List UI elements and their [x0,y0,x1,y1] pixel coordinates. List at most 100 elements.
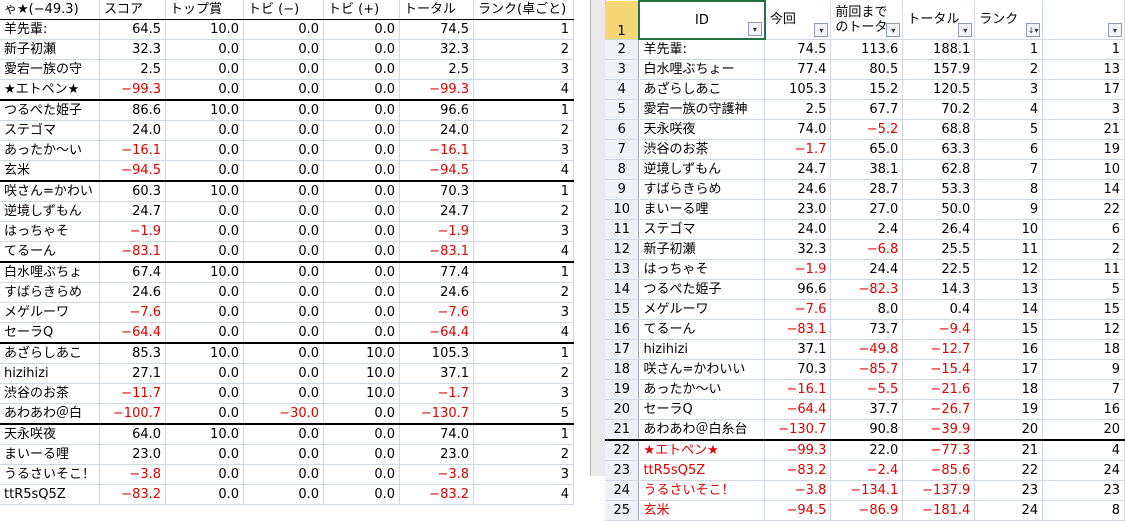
score-cell[interactable]: 0.0 [165,201,245,222]
player-id-cell[interactable]: 天永咲夜 [638,119,766,140]
score-cell[interactable]: 96.6 [399,100,475,121]
score-cell[interactable]: 0.0 [323,282,401,303]
score-cell[interactable]: −130.7 [399,403,475,425]
score-cell[interactable]: 27.1 [99,363,167,384]
score-cell[interactable]: 24.7 [99,201,167,222]
ranking-cell[interactable]: −3.8 [764,480,832,501]
row-number[interactable]: 23 [605,460,640,481]
player-id-cell[interactable]: ★エトペン★ [638,440,766,461]
ranking-cell[interactable]: −21.6 [902,379,976,400]
player-name-cell[interactable]: 逆境しずもん [0,201,101,222]
score-cell[interactable]: −99.3 [399,79,475,101]
score-cell[interactable]: −83.1 [399,241,475,263]
score-cell[interactable]: 0.0 [165,120,245,141]
score-cell[interactable]: 0.0 [165,403,245,425]
ranking-cell[interactable]: 8 [974,179,1044,200]
player-id-cell[interactable]: ttR5sQ5Z [638,460,766,481]
score-cell[interactable]: 0.0 [323,140,401,161]
score-cell[interactable]: 0.0 [165,140,245,161]
row-number[interactable]: 25 [605,500,640,521]
score-cell[interactable]: 0.0 [323,100,401,121]
score-cell[interactable]: 2.5 [99,59,167,80]
ranking-cell[interactable]: 21 [974,440,1044,461]
score-cell[interactable]: −11.7 [99,383,167,404]
player-id-cell[interactable]: 玄米 [638,500,766,521]
score-cell[interactable]: 0.0 [165,241,245,263]
score-cell[interactable]: −94.5 [399,160,475,182]
ranking-cell[interactable]: −85.7 [830,359,904,380]
row-number[interactable]: 8 [605,159,640,180]
score-cell[interactable]: −3.8 [399,464,475,485]
ranking-cell[interactable]: 9 [1042,359,1125,380]
score-cell[interactable]: 0.0 [243,363,325,384]
ranking-cell[interactable]: −39.9 [902,419,976,441]
score-cell[interactable]: 1 [473,262,575,283]
ranking-cell[interactable]: 96.6 [764,279,832,300]
ranking-cell[interactable]: 15.2 [830,79,904,100]
ranking-cell[interactable]: 17 [1042,79,1125,100]
score-cell[interactable]: 0.0 [165,221,245,242]
filter-dropdown-icon[interactable]: ▾ [1108,22,1122,37]
row-number[interactable]: 22 [605,440,640,461]
player-id-cell[interactable]: 逆境しずもん [638,159,766,180]
score-cell[interactable]: 0.0 [165,363,245,384]
ranking-cell[interactable]: 63.3 [902,139,976,160]
score-cell[interactable]: 4 [473,79,575,101]
score-cell[interactable]: 0.0 [243,120,325,141]
player-name-cell[interactable]: メゲルーワ [0,302,101,323]
ranking-cell[interactable]: 2 [1042,239,1125,260]
player-id-cell[interactable]: 白水哩ぶちょー [638,59,766,80]
ranking-cell[interactable]: −9.4 [902,319,976,340]
player-name-cell[interactable]: あざらしあこ [0,343,101,364]
ranking-cell[interactable]: 10 [1042,159,1125,180]
ranking-cell[interactable]: 20 [974,419,1044,441]
score-cell[interactable]: 0.0 [323,79,401,101]
row-number[interactable]: 5 [605,99,640,120]
score-cell[interactable]: −16.1 [399,140,475,161]
ranking-cell[interactable]: 16 [1042,399,1125,420]
ranking-cell[interactable]: 8 [1042,500,1125,521]
score-cell[interactable]: 3 [473,383,575,404]
score-cell[interactable]: 0.0 [243,343,325,364]
ranking-cell[interactable]: 19 [974,399,1044,420]
ranking-cell[interactable]: 24.7 [764,159,832,180]
ranking-cell[interactable]: 4 [1042,440,1125,461]
score-cell[interactable]: 24.6 [399,282,475,303]
score-cell[interactable]: 0.0 [243,282,325,303]
score-cell[interactable]: 1 [473,343,575,364]
ranking-cell[interactable]: 68.8 [902,119,976,140]
score-cell[interactable]: 0.0 [165,160,245,182]
player-name-cell[interactable]: 羊先輩: [0,19,101,40]
ranking-cell[interactable]: 22 [974,460,1044,481]
column-header[interactable]: トップ賞 [165,0,245,20]
score-cell[interactable]: 10.0 [165,424,245,445]
score-cell[interactable]: 0.0 [323,322,401,344]
score-cell[interactable]: 64.0 [99,424,167,445]
player-id-cell[interactable]: 渋谷のお茶 [638,139,766,160]
ranking-cell[interactable]: 20 [1042,419,1125,441]
ranking-cell[interactable]: 0.4 [902,299,976,320]
ranking-cell[interactable]: 17 [974,359,1044,380]
ranking-cell[interactable]: −15.4 [902,359,976,380]
row-number[interactable]: 9 [605,179,640,200]
score-cell[interactable]: 32.3 [399,39,475,60]
score-cell[interactable]: 1 [473,424,575,445]
score-cell[interactable]: 0.0 [243,39,325,60]
score-cell[interactable]: −99.3 [99,79,167,101]
score-cell[interactable]: 3 [473,140,575,161]
score-cell[interactable]: 0.0 [243,424,325,445]
ranking-cell[interactable]: 74.0 [764,119,832,140]
score-cell[interactable]: 3 [473,59,575,80]
player-name-cell[interactable]: セーラQ [0,322,101,344]
column-header[interactable]: ゃ★(−49.3) [0,0,101,20]
ranking-cell[interactable]: −134.1 [830,480,904,501]
score-cell[interactable]: 10.0 [323,383,401,404]
score-cell[interactable]: 67.4 [99,262,167,283]
ranking-cell[interactable]: 19 [1042,139,1125,160]
ranking-cell[interactable]: 3 [974,79,1044,100]
score-cell[interactable]: 0.0 [165,282,245,303]
score-cell[interactable]: 105.3 [399,343,475,364]
ranking-cell[interactable]: 90.8 [830,419,904,441]
ranking-cell[interactable]: 37.1 [764,339,832,360]
player-name-cell[interactable]: つるぺた姫子 [0,100,101,121]
